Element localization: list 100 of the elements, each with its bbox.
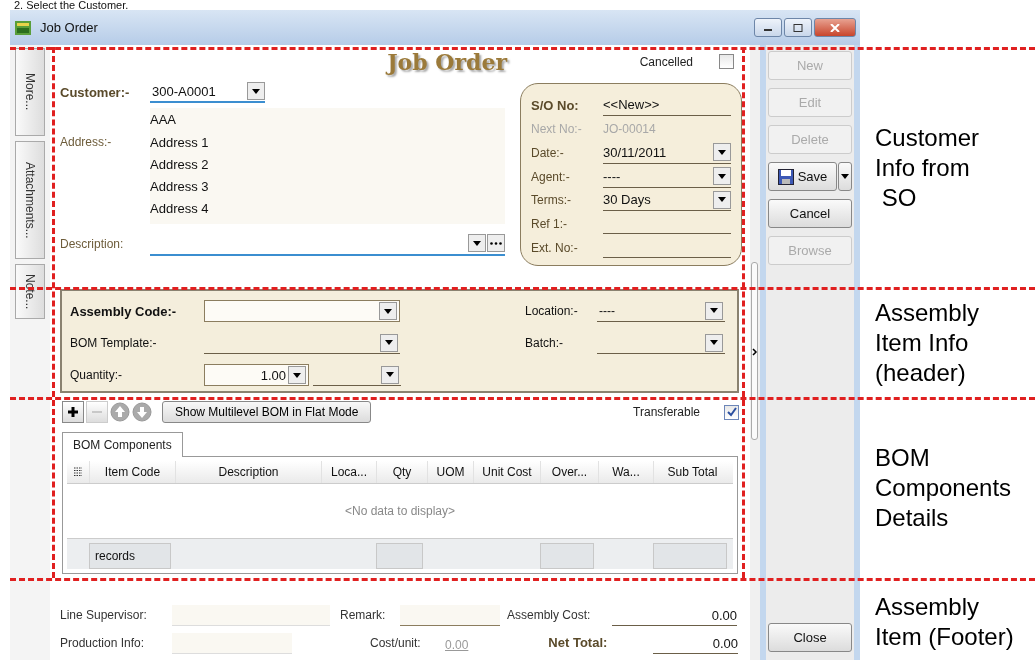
dropdown-icon [718,197,726,203]
address-line: Address 2 [150,156,210,174]
dropdown-icon [293,372,301,378]
chevron-right-icon[interactable] [752,348,758,356]
description-field[interactable] [150,232,505,256]
next-number-label: Next No:- [531,122,583,137]
plus-icon [67,406,79,418]
dropdown-icon [718,173,726,179]
annotation-text: Item Info [875,328,970,358]
description-label: Description: [60,237,125,251]
annotation-text: Components [875,473,1012,503]
column-header[interactable]: Over... [540,461,598,483]
remark-field[interactable] [400,605,500,626]
empty-message: <No data to display> [344,504,456,518]
annotation-text: Assembly [875,298,980,328]
minimize-button[interactable] [754,18,782,37]
tab[interactable]: BOM Components [62,432,183,457]
assembly-cost-label: Assembly Cost: [507,608,592,624]
field-label: Terms:- [531,193,572,208]
side-tab[interactable]: More... [15,48,45,136]
address-line: Address 3 [150,178,210,196]
cost-per-unit-label: Cost/unit: [370,636,422,652]
line-supervisor-label: Line Supervisor: [60,608,148,624]
location-label: Location:- [525,304,579,318]
annotation-text: Customer [875,123,980,153]
quantity-label: Quantity:- [70,368,124,382]
dropdown-icon [384,308,392,314]
cost-per-unit-value: 0.00 [445,638,469,654]
address-line: Address 1 [150,134,210,152]
annotation-text: (header) [875,358,967,388]
field-dropdown[interactable]: 30 Days [603,189,731,212]
column-header[interactable]: Description [175,461,321,483]
quantity-field[interactable]: 1.00 [204,364,309,386]
move-down-icon[interactable] [132,402,152,422]
batch-dropdown[interactable] [597,332,725,354]
field-dropdown[interactable]: ---- [603,165,731,188]
field-label: Ext. No:- [531,240,579,255]
transferable-checkbox[interactable] [724,404,739,420]
assembly-cost-value: 0.00 [612,608,737,626]
so-number-value: <<New>> [603,94,731,116]
column-header[interactable]: UOM [427,461,473,483]
production-info-label: Production Info: [60,636,146,652]
column-header[interactable]: Wa... [598,461,653,483]
dropdown-icon [385,340,393,345]
location-dropdown[interactable]: ---- [597,300,725,322]
dropdown-icon [841,174,849,179]
column-header[interactable]: Loca... [321,461,376,483]
scrollbar[interactable] [750,45,760,660]
address-line: Address 4 [150,200,210,218]
action-button[interactable]: Cancel [768,199,852,228]
bom-template-label: BOM Template:- [70,336,158,350]
app-icon [14,18,32,37]
customer-label: Customer:- [60,84,131,100]
flat-mode-button[interactable]: Show Multilevel BOM in Flat Mode [162,401,372,423]
dropdown-icon [473,240,481,246]
field-label: Agent:- [531,169,571,184]
remark-label: Remark: [340,608,387,624]
cancelled-label: Cancelled [639,54,693,69]
window-title: Job Order [40,20,98,35]
annotation-text: Assembly [875,592,981,622]
close-form-button[interactable]: Close [768,623,852,652]
maximize-button[interactable] [784,18,812,37]
assembly-code-dropdown[interactable] [204,300,400,322]
add-button[interactable] [62,401,84,423]
dropdown-icon [710,308,718,313]
column-header[interactable]: Unit Cost [473,461,540,483]
production-info-field[interactable] [172,633,292,654]
batch-label: Batch:- [525,336,564,350]
address-label: Address:- [60,134,113,149]
cancelled-checkbox[interactable] [719,54,734,69]
field-label: Ref 1:- [531,216,568,231]
customer-dropdown[interactable]: 300-A0001 [150,81,265,103]
close-button[interactable] [814,18,856,37]
form-title: Job Order [387,48,507,75]
line-supervisor-field[interactable] [172,605,330,626]
net-total-value: 0.00 [653,636,738,654]
side-tab[interactable]: Attachments... [15,141,45,259]
annotation-text: Details [875,503,950,533]
save-options-button[interactable] [838,162,852,191]
save-button[interactable]: Save [768,162,837,191]
move-up-icon[interactable] [110,402,130,422]
column-chooser-icon[interactable] [74,467,82,477]
dropdown-icon [710,340,718,345]
field-label: Date:- [531,145,565,160]
unit-dropdown[interactable] [313,364,401,386]
annotation-text: Info from [875,153,971,183]
field-dropdown[interactable]: 30/11/2011 [603,141,731,164]
column-header[interactable]: Sub Total [653,461,731,483]
column-header[interactable]: Qty [376,461,427,483]
transferable-label: Transferable [633,405,700,419]
annotation-text: BOM [875,443,931,473]
dropdown-icon [718,149,726,155]
dropdown-icon [386,372,394,377]
column-header[interactable]: Item Code [89,461,175,483]
close-icon [830,23,840,32]
instruction-heading: 2. Select the Customer. [13,0,130,10]
records-summary: records [89,543,171,569]
bom-template-dropdown[interactable] [204,332,400,354]
annotation-text: SO [880,183,918,213]
maximize-icon [793,23,803,32]
